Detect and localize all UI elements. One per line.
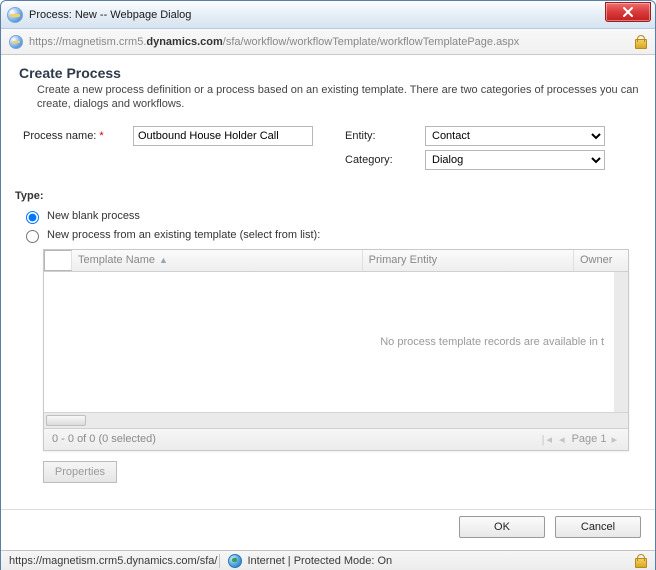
content-area: Create Process Create a new process defi… [1,55,655,550]
grid-count: 0 - 0 of 0 (0 selected) [52,433,156,445]
status-zone: Internet | Protected Mode: On [247,555,392,567]
grid-h-scrollbar[interactable] [44,412,628,428]
grid-empty-text: No process template records are availabl… [380,336,604,348]
address-bar: https://magnetism.crm5.dynamics.com/sfa/… [1,29,655,55]
lock-icon [633,35,647,49]
grid-col-owner[interactable]: Owner [574,250,628,271]
status-separator [219,554,220,568]
process-name-row: Process name:* [23,126,319,146]
process-name-label: Process name:* [23,130,133,142]
dialog-buttons: OK Cancel [459,516,641,538]
titlebar: Process: New -- Webpage Dialog [1,1,655,29]
close-button[interactable] [605,2,651,22]
window-title: Process: New -- Webpage Dialog [29,9,605,21]
pager-page-label: Page 1 [572,433,607,445]
process-name-input[interactable] [133,126,313,146]
radio-template[interactable] [26,230,39,243]
close-icon [622,6,634,18]
pager-next-icon[interactable]: ▸ [611,433,619,446]
grid-col-primary-entity[interactable]: Primary Entity [363,250,574,271]
type-label: Type: [15,190,641,202]
pager-first-icon[interactable]: |◂ [542,433,554,446]
properties-button: Properties [43,461,117,483]
radio-template-label: New process from an existing template (s… [47,229,320,241]
ie-icon [9,35,23,49]
divider [1,509,655,510]
type-option-template[interactable]: New process from an existing template (s… [21,227,641,243]
grid-col-template-name[interactable]: Template Name ▲ [72,250,363,271]
status-url: https://magnetism.crm5.dynamics.com/sfa/ [9,555,217,567]
grid-body: No process template records are availabl… [44,272,628,412]
cancel-button[interactable]: Cancel [555,516,641,538]
page-description: Create a new process definition or a pro… [37,83,641,112]
entity-label: Entity: [345,130,425,142]
ie-icon [7,7,23,23]
category-select[interactable]: Dialog [425,150,605,170]
category-row: Category: Dialog [345,150,641,170]
template-grid: Template Name ▲ Primary Entity Owner No … [43,249,629,451]
entity-select[interactable]: Contact [425,126,605,146]
grid-footer: 0 - 0 of 0 (0 selected) |◂ ◂ Page 1 ▸ [44,428,628,450]
lock-icon [633,554,647,568]
url-prefix: https://magnetism.crm5. [29,36,146,48]
url-domain: dynamics.com [146,36,222,48]
globe-icon [228,554,242,568]
ok-button[interactable]: OK [459,516,545,538]
status-bar: https://magnetism.crm5.dynamics.com/sfa/… [1,550,655,570]
page-heading: Create Process [19,65,641,81]
radio-blank[interactable] [26,211,39,224]
grid-col-select[interactable] [44,250,72,271]
type-option-blank[interactable]: New blank process [21,208,641,224]
grid-header: Template Name ▲ Primary Entity Owner [44,250,628,272]
url-suffix: /sfa/workflow/workflowTemplate/workflowT… [223,36,520,48]
url-text[interactable]: https://magnetism.crm5.dynamics.com/sfa/… [29,36,633,48]
radio-blank-label: New blank process [47,210,140,222]
grid-pager: |◂ ◂ Page 1 ▸ [541,433,620,446]
form-grid: Process name:* Entity: Contact Category:… [15,122,641,174]
pager-prev-icon[interactable]: ◂ [559,433,567,446]
entity-row: Entity: Contact [345,126,641,146]
category-label: Category: [345,154,425,166]
sort-asc-icon: ▲ [159,255,168,265]
scrollbar-thumb[interactable] [46,415,86,426]
